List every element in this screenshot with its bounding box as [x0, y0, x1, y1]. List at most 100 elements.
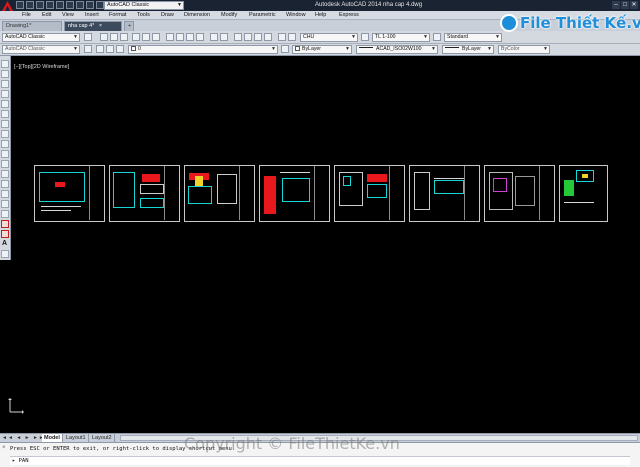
- minimize-button[interactable]: –: [612, 1, 620, 9]
- open-icon[interactable]: [110, 33, 118, 41]
- point-icon[interactable]: [1, 190, 9, 198]
- add-selected-icon[interactable]: [1, 250, 9, 258]
- hatch-icon[interactable]: [1, 200, 9, 208]
- close-button[interactable]: ✕: [630, 1, 638, 9]
- tab-navigation-arrows[interactable]: ◄◄ ◄ ► ►►: [2, 435, 45, 441]
- circle-icon[interactable]: [1, 120, 9, 128]
- menu-tools[interactable]: Tools: [137, 12, 150, 18]
- close-icon[interactable]: ×: [2, 445, 6, 451]
- autocad-logo-icon[interactable]: [2, 1, 13, 11]
- pan-icon[interactable]: [234, 33, 242, 41]
- layer-freeze-icon[interactable]: [106, 45, 114, 53]
- table-style-icon[interactable]: [433, 33, 441, 41]
- zoom-previous-icon[interactable]: [264, 33, 272, 41]
- properties-icon[interactable]: [278, 33, 286, 41]
- ellipse-arc-icon[interactable]: [1, 160, 9, 168]
- drawing-sheet[interactable]: [334, 165, 405, 222]
- menu-express[interactable]: Express: [339, 12, 359, 18]
- save-icon[interactable]: [36, 1, 44, 9]
- table-style-select[interactable]: Standard ▼: [444, 33, 502, 42]
- dim-style-select[interactable]: TL 1-100 ▼: [372, 33, 430, 42]
- polyline-icon[interactable]: [1, 80, 9, 88]
- dim-style-icon[interactable]: [361, 33, 369, 41]
- menu-format[interactable]: Format: [109, 12, 126, 18]
- menu-file[interactable]: File: [22, 12, 31, 18]
- menu-window[interactable]: Window: [286, 12, 306, 18]
- maximize-button[interactable]: □: [621, 1, 629, 9]
- match-properties-icon[interactable]: [196, 33, 204, 41]
- workspace-dropdown[interactable]: AutoCAD Classic ▼: [104, 1, 184, 10]
- layer-properties-icon[interactable]: [84, 45, 92, 53]
- viewport-controls[interactable]: [−][Top][2D Wireframe]: [14, 64, 69, 70]
- plot-icon[interactable]: [132, 33, 140, 41]
- menu-insert[interactable]: Insert: [85, 12, 99, 18]
- undo-icon[interactable]: [210, 33, 218, 41]
- region-icon[interactable]: [1, 220, 9, 228]
- menu-view[interactable]: View: [62, 12, 74, 18]
- workspace-settings-icon[interactable]: [84, 33, 92, 41]
- color-control-select[interactable]: ByLayer ▼: [292, 45, 352, 54]
- multiline-text-icon[interactable]: A: [2, 240, 10, 248]
- menu-help[interactable]: Help: [315, 12, 326, 18]
- plot-preview-icon[interactable]: [142, 33, 150, 41]
- redo-icon[interactable]: [76, 1, 84, 9]
- linetype-control-select[interactable]: ACAD_ISO02W100 ▼: [356, 45, 438, 54]
- polygon-icon[interactable]: [1, 90, 9, 98]
- line-icon[interactable]: [1, 60, 9, 68]
- new-icon[interactable]: [100, 33, 108, 41]
- menu-modify[interactable]: Modify: [221, 12, 237, 18]
- customize-icon[interactable]: [96, 1, 104, 9]
- layer-on-icon[interactable]: [96, 45, 104, 53]
- spline-icon[interactable]: [1, 140, 9, 148]
- make-block-icon[interactable]: [1, 180, 9, 188]
- menu-dimension[interactable]: Dimension: [184, 12, 210, 18]
- layer-lock-icon[interactable]: [116, 45, 124, 53]
- save-as-icon[interactable]: [46, 1, 54, 9]
- design-center-icon[interactable]: [288, 33, 296, 41]
- drawing-sheet[interactable]: [559, 165, 608, 222]
- drawing-sheet[interactable]: [34, 165, 105, 222]
- open-icon[interactable]: [26, 1, 34, 9]
- workspace-select[interactable]: AutoCAD Classic ▼: [2, 33, 80, 42]
- make-current-layer-icon[interactable]: [281, 45, 289, 53]
- close-tab-icon[interactable]: ×: [99, 23, 102, 29]
- text-style-select[interactable]: CHU ▼: [300, 33, 358, 42]
- arc-icon[interactable]: [1, 110, 9, 118]
- workspace-select-secondary[interactable]: AutoCAD Classic ▼: [2, 45, 80, 54]
- table-icon[interactable]: [1, 230, 9, 238]
- paste-icon[interactable]: [186, 33, 194, 41]
- save-icon[interactable]: [120, 33, 128, 41]
- drawing-sheet[interactable]: [109, 165, 180, 222]
- menu-edit[interactable]: Edit: [42, 12, 51, 18]
- copy-icon[interactable]: [176, 33, 184, 41]
- doc-tab-drawing1[interactable]: Drawing1*: [2, 21, 62, 31]
- plot-icon[interactable]: [56, 1, 64, 9]
- gradient-icon[interactable]: [1, 210, 9, 218]
- lineweight-control-select[interactable]: ByLayer ▼: [442, 45, 494, 54]
- new-icon[interactable]: [16, 1, 24, 9]
- rectangle-icon[interactable]: [1, 100, 9, 108]
- revision-cloud-icon[interactable]: [1, 130, 9, 138]
- undo-icon[interactable]: [66, 1, 74, 9]
- command-input[interactable]: ▸ PAN: [10, 456, 630, 465]
- zoom-realtime-icon[interactable]: [244, 33, 252, 41]
- plot-style-select[interactable]: ByColor ▼: [498, 45, 550, 54]
- menu-draw[interactable]: Draw: [161, 12, 174, 18]
- new-tab-button[interactable]: +: [124, 21, 134, 31]
- cut-icon[interactable]: [166, 33, 174, 41]
- ellipse-icon[interactable]: [1, 150, 9, 158]
- drawing-sheet[interactable]: [184, 165, 255, 222]
- drawing-sheet[interactable]: [484, 165, 555, 222]
- redo-icon[interactable]: [220, 33, 228, 41]
- share-icon[interactable]: [86, 1, 94, 9]
- drawing-sheet[interactable]: [409, 165, 480, 222]
- layer-select[interactable]: 0 ▼: [128, 45, 278, 54]
- insert-block-icon[interactable]: [1, 170, 9, 178]
- site-boundary: [39, 172, 85, 202]
- drawing-sheet[interactable]: [259, 165, 330, 222]
- menu-parametric[interactable]: Parametric: [249, 12, 276, 18]
- doc-tab-nha-cap-4[interactable]: nha cap 4* ×: [64, 21, 122, 31]
- zoom-window-icon[interactable]: [254, 33, 262, 41]
- publish-icon[interactable]: [152, 33, 160, 41]
- construction-line-icon[interactable]: [1, 70, 9, 78]
